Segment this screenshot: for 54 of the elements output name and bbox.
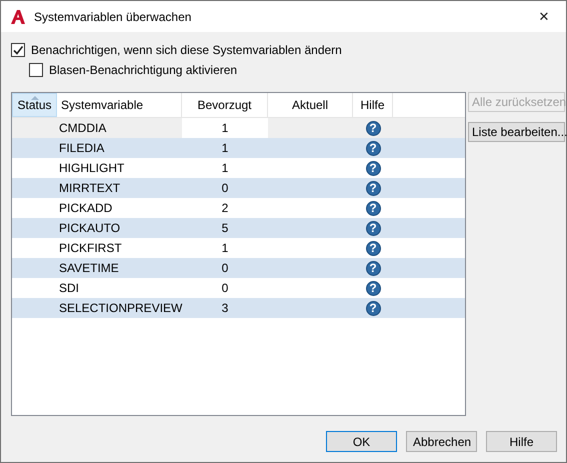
checkbox-label: Benachrichtigen, wenn sich diese Systemvariablen ändern bbox=[31, 43, 342, 57]
table-cell-text: PICKADD bbox=[58, 200, 114, 217]
table-cell-text: SELECTIONPREVIEW bbox=[58, 300, 182, 317]
column-header[interactable]: Systemvariable bbox=[57, 93, 182, 117]
table-cell-text: SAVETIME bbox=[58, 260, 120, 277]
help-icon[interactable]: ? bbox=[366, 240, 380, 256]
edit-list-button[interactable]: Liste bearbeiten... bbox=[468, 122, 565, 142]
column-header-cell[interactable]: Status bbox=[12, 93, 57, 117]
checkbox[interactable] bbox=[11, 43, 25, 57]
table-cell-text: PICKFIRST bbox=[58, 240, 123, 257]
app-logo-icon bbox=[10, 8, 26, 24]
help-icon[interactable]: ? bbox=[366, 220, 380, 236]
table-cell-text: HIGHLIGHT bbox=[58, 160, 126, 177]
table-row[interactable]: MIRRTEXT 0 ? bbox=[12, 178, 465, 198]
help-icon[interactable]: ? bbox=[366, 260, 380, 276]
table-cell-text: CMDDIA bbox=[58, 120, 108, 137]
help-icon[interactable]: ? bbox=[366, 180, 380, 196]
table-row[interactable]: SELECTIONPREVIEW 3 ? bbox=[12, 298, 465, 318]
checkbox[interactable] bbox=[29, 63, 43, 77]
table-row[interactable]: CMDDIA 1 ? bbox=[12, 118, 465, 138]
help-icon[interactable]: ? bbox=[366, 120, 380, 136]
table-cell-text: 0 bbox=[220, 260, 230, 277]
table-cell-text: 1 bbox=[220, 140, 230, 157]
table-row[interactable]: PICKAUTO 5 ? bbox=[12, 218, 465, 238]
table-cell-text: 5 bbox=[220, 220, 230, 237]
column-header[interactable]: Aktuell bbox=[268, 93, 353, 117]
checkbox-label: Blasen-Benachrichtigung aktivieren bbox=[49, 63, 238, 77]
dialog-button[interactable]: Abbrechen bbox=[406, 431, 477, 452]
table-row[interactable]: FILEDIA 1 ? bbox=[12, 138, 465, 158]
close-button[interactable]: ✕ bbox=[522, 9, 566, 24]
table-cell-text: 0 bbox=[220, 180, 230, 197]
table-cell-text: 2 bbox=[220, 200, 230, 217]
table-cell-text: MIRRTEXT bbox=[58, 180, 122, 197]
help-icon[interactable]: ? bbox=[366, 300, 380, 316]
dialog-button[interactable]: Hilfe bbox=[486, 431, 557, 452]
dialog-button[interactable]: OK bbox=[326, 431, 397, 452]
table-cell-text: FILEDIA bbox=[58, 140, 106, 157]
column-header[interactable]: Hilfe bbox=[353, 93, 393, 117]
help-icon[interactable]: ? bbox=[366, 160, 380, 176]
sort-arrow-icon bbox=[30, 96, 38, 100]
column-header[interactable]: Bevorzugt bbox=[182, 93, 268, 117]
column-header-label: Status bbox=[17, 98, 52, 112]
window-title: Systemvariablen überwachen bbox=[34, 10, 192, 24]
help-icon[interactable]: ? bbox=[366, 280, 380, 296]
table-cell-text: 1 bbox=[220, 240, 230, 257]
table-cell-text: SDI bbox=[58, 280, 80, 297]
help-icon[interactable]: ? bbox=[366, 200, 380, 216]
table-cell-text: PICKAUTO bbox=[58, 220, 122, 237]
help-icon[interactable]: ? bbox=[366, 140, 380, 156]
table-row[interactable]: SAVETIME 0 ? bbox=[12, 258, 465, 278]
table-cell: 1 bbox=[182, 118, 268, 138]
table-cell-text: 3 bbox=[220, 300, 230, 317]
table-cell-text: 1 bbox=[220, 160, 230, 177]
table-cell-text: 0 bbox=[220, 280, 230, 297]
